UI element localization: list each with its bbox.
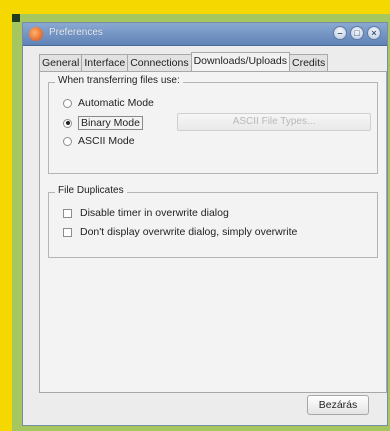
ascii-mode-label: ASCII Mode (78, 135, 135, 147)
binary-mode-label: Binary Mode (78, 116, 143, 130)
ascii-mode-radio[interactable] (63, 136, 72, 146)
corner-block (12, 14, 20, 22)
close-icon[interactable]: × (367, 26, 381, 40)
disable-timer-checkbox[interactable] (63, 208, 72, 218)
tab-downloads-uploads[interactable]: Downloads/Uploads (190, 52, 290, 71)
file-duplicates-group-title: File Duplicates (55, 185, 127, 196)
ascii-mode-option[interactable]: ASCII Mode (63, 135, 135, 147)
tab-panel: When transferring files use: Automatic M… (39, 71, 387, 393)
simply-overwrite-option[interactable]: Don't display overwrite dialog, simply o… (63, 226, 297, 238)
disable-timer-label: Disable timer in overwrite dialog (80, 207, 229, 219)
maximize-icon[interactable]: □ (350, 26, 364, 40)
binary-mode-radio[interactable] (63, 118, 72, 128)
window-title: Preferences (49, 27, 103, 38)
minimize-icon[interactable]: – (333, 26, 347, 40)
app-icon (29, 27, 43, 41)
transfer-mode-group-title: When transferring files use: (55, 75, 183, 86)
tab-general[interactable]: General (39, 54, 83, 71)
simply-overwrite-checkbox[interactable] (63, 227, 72, 237)
automatic-mode-label: Automatic Mode (78, 97, 154, 109)
ascii-file-types-button[interactable]: ASCII File Types... (177, 113, 371, 131)
titlebar-buttons: – □ × (333, 26, 381, 40)
disable-timer-option[interactable]: Disable timer in overwrite dialog (63, 207, 229, 219)
automatic-mode-option[interactable]: Automatic Mode (63, 97, 154, 109)
automatic-mode-radio[interactable] (63, 98, 72, 108)
transfer-mode-group: When transferring files use: Automatic M… (48, 75, 378, 174)
tab-interface[interactable]: Interface (81, 54, 129, 71)
preferences-window: Preferences – □ × General Interface Conn… (22, 22, 388, 426)
binary-mode-option[interactable]: Binary Mode (63, 116, 143, 130)
tab-connections[interactable]: Connections (127, 54, 192, 71)
simply-overwrite-label: Don't display overwrite dialog, simply o… (80, 226, 298, 238)
tab-credits[interactable]: Credits (288, 54, 329, 71)
close-button[interactable]: Bezárás (307, 395, 369, 415)
tab-bar: General Interface Connections Downloads/… (39, 52, 329, 71)
file-duplicates-group: File Duplicates Disable timer in overwri… (48, 185, 378, 258)
titlebar[interactable]: Preferences – □ × (23, 23, 387, 46)
